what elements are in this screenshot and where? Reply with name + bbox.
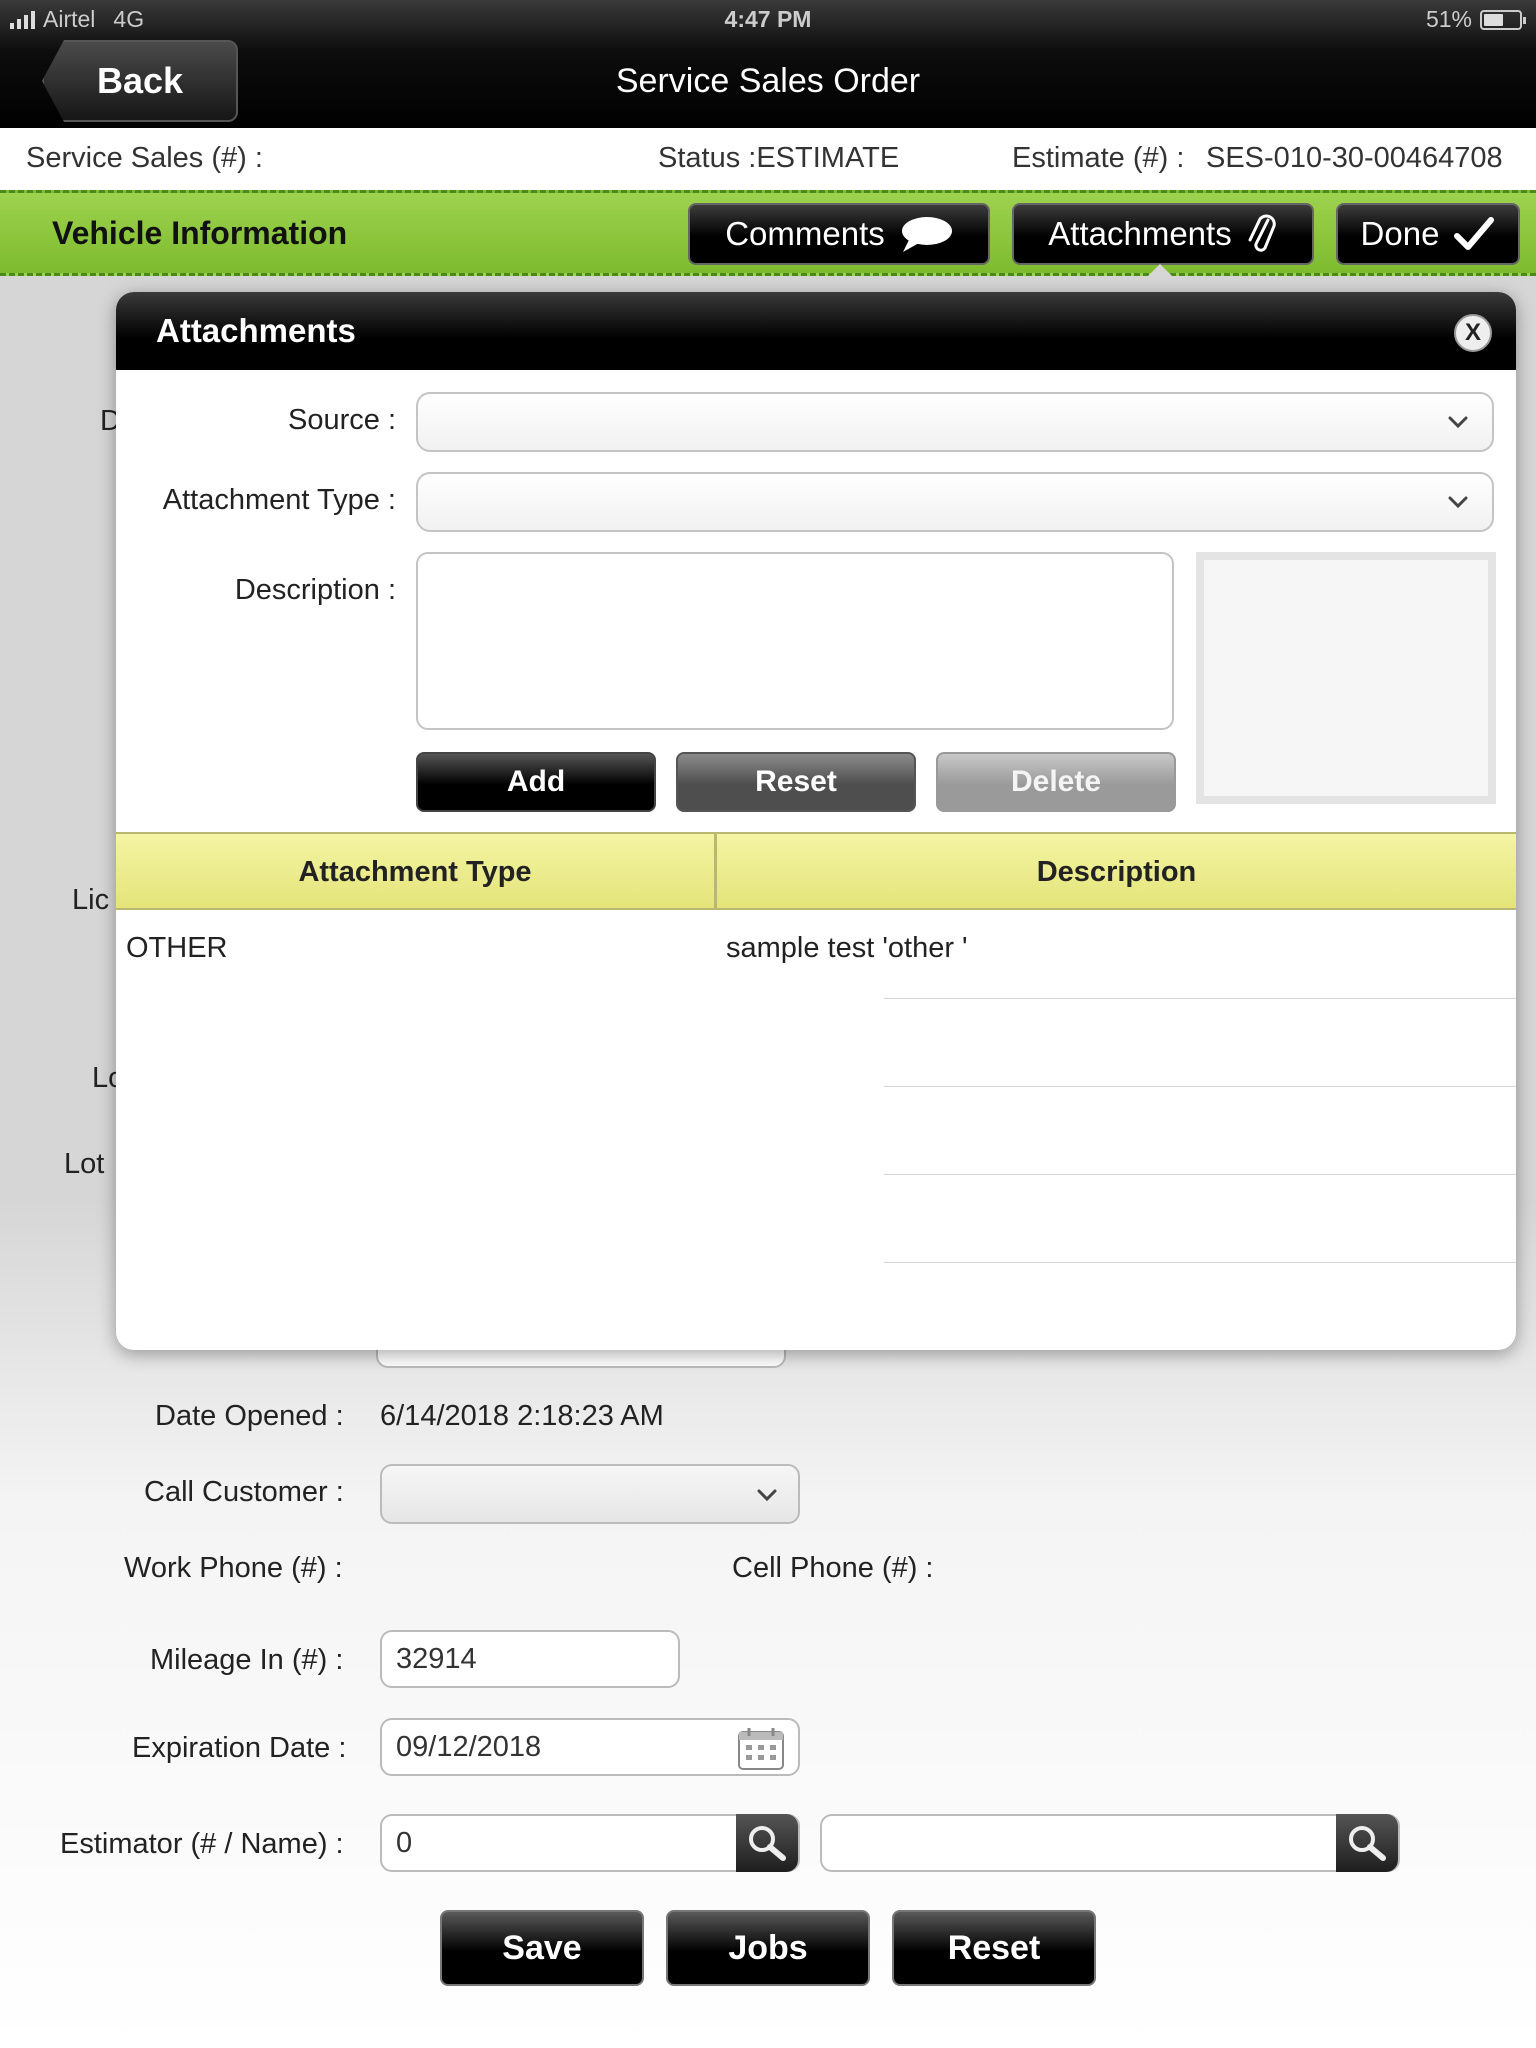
- partial-label-2: Lic: [72, 884, 110, 916]
- chevron-down-icon: [757, 1489, 777, 1502]
- estimate-number: SES-010-30-00464708: [1206, 142, 1503, 174]
- row-attachment-type: OTHER: [126, 932, 228, 964]
- estimator-label: Estimator (# / Name) :: [60, 1828, 344, 1860]
- column-attachment-type[interactable]: Attachment Type: [116, 834, 714, 910]
- partial-label-4: Lot: [64, 1148, 105, 1180]
- row-divider: [884, 1174, 1516, 1175]
- call-customer-select[interactable]: [380, 1464, 800, 1524]
- comments-label: Comments: [725, 215, 885, 252]
- comments-button[interactable]: Comments: [688, 203, 990, 265]
- battery-percent: 51%: [1425, 6, 1472, 32]
- status-time: 4:47 PM: [724, 6, 812, 32]
- reset-form-button[interactable]: Reset: [892, 1910, 1096, 1986]
- jobs-button[interactable]: Jobs: [666, 1910, 870, 1986]
- chevron-down-icon: [1448, 416, 1468, 429]
- row-divider: [884, 1086, 1516, 1087]
- estimator-number-value: 0: [396, 1826, 413, 1859]
- delete-button[interactable]: Delete: [936, 752, 1176, 812]
- magnifier-icon: [1349, 1826, 1386, 1861]
- checkmark-icon: [1454, 217, 1495, 250]
- row-description: sample test 'other ': [726, 932, 968, 964]
- popover-pointer: [1146, 264, 1174, 278]
- chevron-down-icon: [1448, 496, 1468, 509]
- description-label: Description :: [234, 574, 396, 606]
- dialog-header: Attachments X: [116, 292, 1516, 370]
- status-battery: 51%: [1425, 6, 1526, 33]
- expiration-date-input[interactable]: 09/12/2018: [380, 1718, 800, 1776]
- magnifier-icon: [749, 1826, 786, 1861]
- expiration-date-label: Expiration Date :: [132, 1732, 347, 1764]
- row-divider: [884, 1262, 1516, 1263]
- source-label: Source :: [288, 404, 396, 436]
- paperclip-icon: [1248, 214, 1276, 252]
- section-toolbar: Vehicle Information Comments Attachments…: [0, 190, 1536, 276]
- attachment-type-label: Attachment Type :: [162, 484, 396, 516]
- attachment-type-select[interactable]: [416, 472, 1494, 532]
- date-opened-value: 6/14/2018 2:18:23 AM: [380, 1400, 664, 1432]
- work-phone-label: Work Phone (#) :: [124, 1552, 343, 1584]
- speech-bubble-icon: [901, 217, 952, 252]
- table-row[interactable]: OTHER sample test 'other ': [116, 910, 1516, 996]
- attachments-label: Attachments: [1048, 215, 1232, 252]
- calendar-icon[interactable]: [736, 1726, 786, 1772]
- service-sales-number: Service Sales (#) :: [26, 142, 263, 174]
- order-info-bar: Service Sales (#) : Status :ESTIMATE Est…: [0, 128, 1536, 190]
- estimate-label: Estimate (#) :: [1012, 142, 1185, 174]
- attachments-grid-header: Attachment Type Description: [116, 832, 1516, 910]
- reset-button[interactable]: Reset: [676, 752, 916, 812]
- mileage-label: Mileage In (#) :: [150, 1644, 344, 1676]
- column-description[interactable]: Description: [717, 834, 1516, 910]
- source-select[interactable]: [416, 392, 1494, 452]
- attachment-preview: [1196, 552, 1496, 804]
- date-opened-label: Date Opened :: [155, 1400, 344, 1432]
- order-status: Status :ESTIMATE: [658, 142, 900, 174]
- expiration-date-value: 09/12/2018: [396, 1730, 542, 1763]
- mileage-input[interactable]: 32914: [380, 1630, 680, 1688]
- row-divider: [884, 998, 1516, 999]
- call-customer-label: Call Customer :: [144, 1476, 344, 1508]
- done-label: Done: [1360, 215, 1440, 252]
- add-button[interactable]: Add: [416, 752, 656, 812]
- description-textarea[interactable]: [416, 552, 1174, 730]
- cell-phone-label: Cell Phone (#) :: [732, 1552, 934, 1584]
- section-title: Vehicle Information: [52, 215, 348, 251]
- close-button[interactable]: X: [1454, 314, 1492, 352]
- estimator-name-search-button[interactable]: [1336, 1814, 1398, 1872]
- done-button[interactable]: Done: [1336, 203, 1520, 265]
- estimator-name-input[interactable]: [820, 1814, 1400, 1872]
- navigation-bar: Airtel 4G 4:47 PM 51% Back Service Sales…: [0, 0, 1536, 128]
- page-title: Service Sales Order: [615, 62, 921, 100]
- estimator-number-search-button[interactable]: [736, 1814, 798, 1872]
- attachments-dialog: Attachments X Source : Attachment Type :…: [116, 292, 1516, 1350]
- save-button[interactable]: Save: [440, 1910, 644, 1986]
- battery-icon: [1480, 9, 1526, 30]
- dialog-title: Attachments: [156, 312, 356, 349]
- attachments-button[interactable]: Attachments: [1012, 203, 1314, 265]
